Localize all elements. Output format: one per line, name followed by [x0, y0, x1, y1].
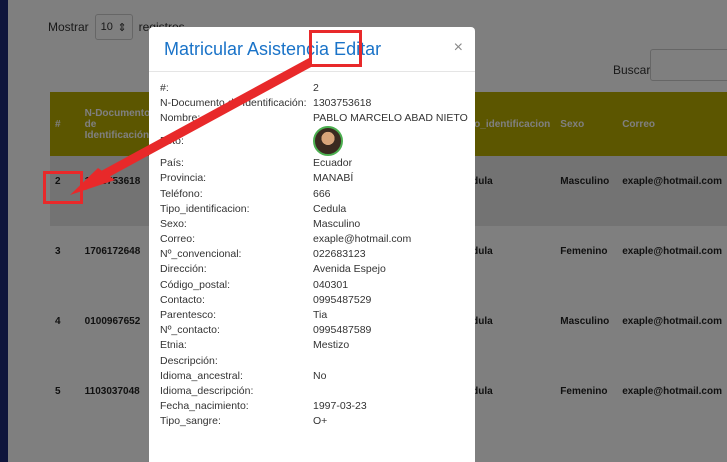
annotation-arrow	[70, 58, 313, 195]
